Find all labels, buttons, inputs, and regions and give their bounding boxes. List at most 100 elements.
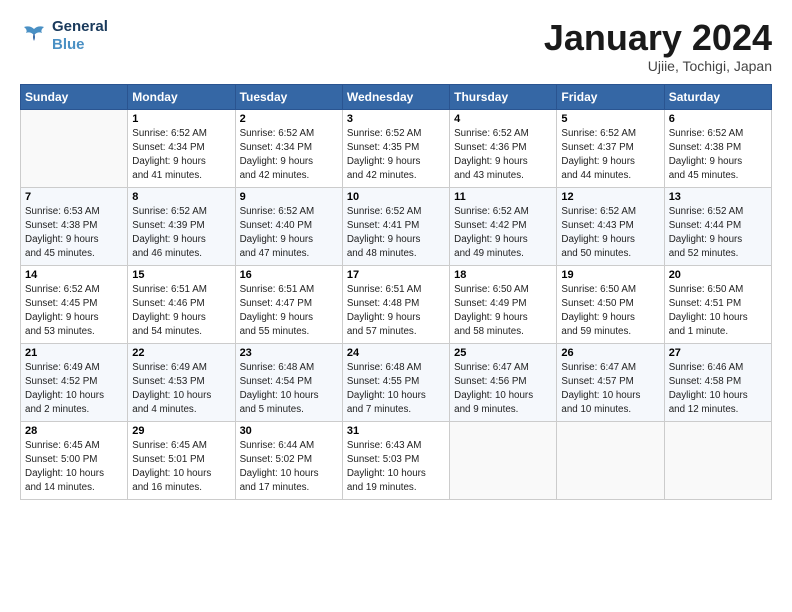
calendar-cell: 6 Sunrise: 6:52 AMSunset: 4:38 PMDaylight… [664, 109, 771, 187]
weekday-header-row: SundayMondayTuesdayWednesdayThursdayFrid… [21, 84, 772, 109]
calendar-cell: 26 Sunrise: 6:47 AMSunset: 4:57 PMDayligh… [557, 343, 664, 421]
day-number: 7 [25, 191, 123, 203]
day-info: Sunrise: 6:52 AMSunset: 4:45 PMDaylight:… [25, 283, 123, 340]
day-info: Sunrise: 6:52 AMSunset: 4:37 PMDaylight:… [561, 127, 659, 184]
day-number: 29 [132, 425, 230, 437]
day-number: 28 [25, 425, 123, 437]
calendar-cell: 22Sunrise: 6:49 AMSunset: 4:53 PMDayligh… [128, 343, 235, 421]
calendar-table: SundayMondayTuesdayWednesdayThursdayFrid… [20, 84, 772, 500]
day-number: 21 [25, 347, 123, 359]
day-info: Sunrise: 6:48 AMSunset: 4:54 PMDaylight:… [240, 361, 338, 418]
calendar-cell: 27 Sunrise: 6:46 AMSunset: 4:58 PMDayligh… [664, 343, 771, 421]
weekday-header-monday: Monday [128, 84, 235, 109]
day-number: 18 [454, 269, 552, 281]
day-number: 24 [347, 347, 445, 359]
calendar-cell: 18 Sunrise: 6:50 AMSunset: 4:49 PMDayligh… [450, 265, 557, 343]
calendar-cell: 14 Sunrise: 6:52 AMSunset: 4:45 PMDayligh… [21, 265, 128, 343]
day-number: 17 [347, 269, 445, 281]
day-info: Sunrise: 6:44 AMSunset: 5:02 PMDaylight:… [240, 439, 338, 496]
weekday-header-wednesday: Wednesday [342, 84, 449, 109]
logo-text: General Blue [52, 18, 108, 54]
day-info: Sunrise: 6:52 AMSunset: 4:42 PMDaylight:… [454, 205, 552, 262]
day-number: 26 [561, 347, 659, 359]
calendar-week-3: 14 Sunrise: 6:52 AMSunset: 4:45 PMDayligh… [21, 265, 772, 343]
day-number: 11 [454, 191, 552, 203]
calendar-cell: 21 Sunrise: 6:49 AMSunset: 4:52 PMDayligh… [21, 343, 128, 421]
day-number: 22 [132, 347, 230, 359]
calendar-cell: 13 Sunrise: 6:52 AMSunset: 4:44 PMDayligh… [664, 187, 771, 265]
day-info: Sunrise: 6:52 AMSunset: 4:41 PMDaylight:… [347, 205, 445, 262]
calendar-cell: 30 Sunrise: 6:44 AMSunset: 5:02 PMDayligh… [235, 421, 342, 499]
day-info: Sunrise: 6:52 AMSunset: 4:34 PMDaylight:… [240, 127, 338, 184]
day-info: Sunrise: 6:50 AMSunset: 4:50 PMDaylight:… [561, 283, 659, 340]
day-number: 20 [669, 269, 767, 281]
calendar-week-5: 28 Sunrise: 6:45 AMSunset: 5:00 PMDayligh… [21, 421, 772, 499]
calendar-cell [664, 421, 771, 499]
day-number: 8 [132, 191, 230, 203]
calendar-week-1: 1 Sunrise: 6:52 AMSunset: 4:34 PMDaylight… [21, 109, 772, 187]
day-info: Sunrise: 6:49 AMSunset: 4:52 PMDaylight:… [25, 361, 123, 418]
location: Ujiie, Tochigi, Japan [544, 58, 772, 74]
calendar-cell: 2 Sunrise: 6:52 AMSunset: 4:34 PMDaylight… [235, 109, 342, 187]
calendar-cell: 7Sunrise: 6:53 AMSunset: 4:38 PMDaylight… [21, 187, 128, 265]
day-number: 25 [454, 347, 552, 359]
day-info: Sunrise: 6:52 AMSunset: 4:43 PMDaylight:… [561, 205, 659, 262]
day-info: Sunrise: 6:45 AMSunset: 5:01 PMDaylight:… [132, 439, 230, 496]
calendar-cell: 9Sunrise: 6:52 AMSunset: 4:40 PMDaylight… [235, 187, 342, 265]
day-info: Sunrise: 6:47 AMSunset: 4:57 PMDaylight:… [561, 361, 659, 418]
day-info: Sunrise: 6:52 AMSunset: 4:39 PMDaylight:… [132, 205, 230, 262]
day-info: Sunrise: 6:51 AMSunset: 4:47 PMDaylight:… [240, 283, 338, 340]
calendar-cell [450, 421, 557, 499]
page: General Blue January 2024 Ujiie, Tochigi… [0, 0, 792, 510]
weekday-header-friday: Friday [557, 84, 664, 109]
calendar-cell: 31Sunrise: 6:43 AMSunset: 5:03 PMDayligh… [342, 421, 449, 499]
calendar-cell: 16Sunrise: 6:51 AMSunset: 4:47 PMDayligh… [235, 265, 342, 343]
day-number: 6 [669, 113, 767, 125]
title-block: January 2024 Ujiie, Tochigi, Japan [544, 18, 772, 74]
day-number: 4 [454, 113, 552, 125]
calendar-cell: 11 Sunrise: 6:52 AMSunset: 4:42 PMDayligh… [450, 187, 557, 265]
day-number: 15 [132, 269, 230, 281]
day-number: 5 [561, 113, 659, 125]
calendar-cell: 24 Sunrise: 6:48 AMSunset: 4:55 PMDayligh… [342, 343, 449, 421]
calendar-cell: 25Sunrise: 6:47 AMSunset: 4:56 PMDayligh… [450, 343, 557, 421]
weekday-header-sunday: Sunday [21, 84, 128, 109]
calendar-week-4: 21 Sunrise: 6:49 AMSunset: 4:52 PMDayligh… [21, 343, 772, 421]
calendar-cell: 17Sunrise: 6:51 AMSunset: 4:48 PMDayligh… [342, 265, 449, 343]
day-number: 1 [132, 113, 230, 125]
day-info: Sunrise: 6:52 AMSunset: 4:44 PMDaylight:… [669, 205, 767, 262]
day-info: Sunrise: 6:50 AMSunset: 4:51 PMDaylight:… [669, 283, 767, 340]
calendar-week-2: 7Sunrise: 6:53 AMSunset: 4:38 PMDaylight… [21, 187, 772, 265]
day-info: Sunrise: 6:52 AMSunset: 4:40 PMDaylight:… [240, 205, 338, 262]
day-number: 3 [347, 113, 445, 125]
calendar-cell: 23 Sunrise: 6:48 AMSunset: 4:54 PMDayligh… [235, 343, 342, 421]
weekday-header-tuesday: Tuesday [235, 84, 342, 109]
day-info: Sunrise: 6:45 AMSunset: 5:00 PMDaylight:… [25, 439, 123, 496]
day-info: Sunrise: 6:51 AMSunset: 4:46 PMDaylight:… [132, 283, 230, 340]
day-number: 2 [240, 113, 338, 125]
calendar-cell: 15 Sunrise: 6:51 AMSunset: 4:46 PMDayligh… [128, 265, 235, 343]
logo: General Blue [20, 18, 108, 54]
day-info: Sunrise: 6:46 AMSunset: 4:58 PMDaylight:… [669, 361, 767, 418]
day-number: 12 [561, 191, 659, 203]
day-info: Sunrise: 6:50 AMSunset: 4:49 PMDaylight:… [454, 283, 552, 340]
day-number: 14 [25, 269, 123, 281]
calendar-body: 1 Sunrise: 6:52 AMSunset: 4:34 PMDaylight… [21, 109, 772, 499]
day-info: Sunrise: 6:52 AMSunset: 4:38 PMDaylight:… [669, 127, 767, 184]
day-number: 27 [669, 347, 767, 359]
day-number: 13 [669, 191, 767, 203]
calendar-cell [21, 109, 128, 187]
day-info: Sunrise: 6:52 AMSunset: 4:34 PMDaylight:… [132, 127, 230, 184]
weekday-header-saturday: Saturday [664, 84, 771, 109]
day-number: 23 [240, 347, 338, 359]
calendar-cell: 12 Sunrise: 6:52 AMSunset: 4:43 PMDayligh… [557, 187, 664, 265]
calendar-cell: 29 Sunrise: 6:45 AMSunset: 5:01 PMDayligh… [128, 421, 235, 499]
calendar-cell: 20 Sunrise: 6:50 AMSunset: 4:51 PMDayligh… [664, 265, 771, 343]
calendar-cell: 4Sunrise: 6:52 AMSunset: 4:36 PMDaylight… [450, 109, 557, 187]
day-info: Sunrise: 6:52 AMSunset: 4:35 PMDaylight:… [347, 127, 445, 184]
header: General Blue January 2024 Ujiie, Tochigi… [20, 18, 772, 74]
day-number: 19 [561, 269, 659, 281]
calendar-cell: 28 Sunrise: 6:45 AMSunset: 5:00 PMDayligh… [21, 421, 128, 499]
day-info: Sunrise: 6:48 AMSunset: 4:55 PMDaylight:… [347, 361, 445, 418]
day-number: 30 [240, 425, 338, 437]
